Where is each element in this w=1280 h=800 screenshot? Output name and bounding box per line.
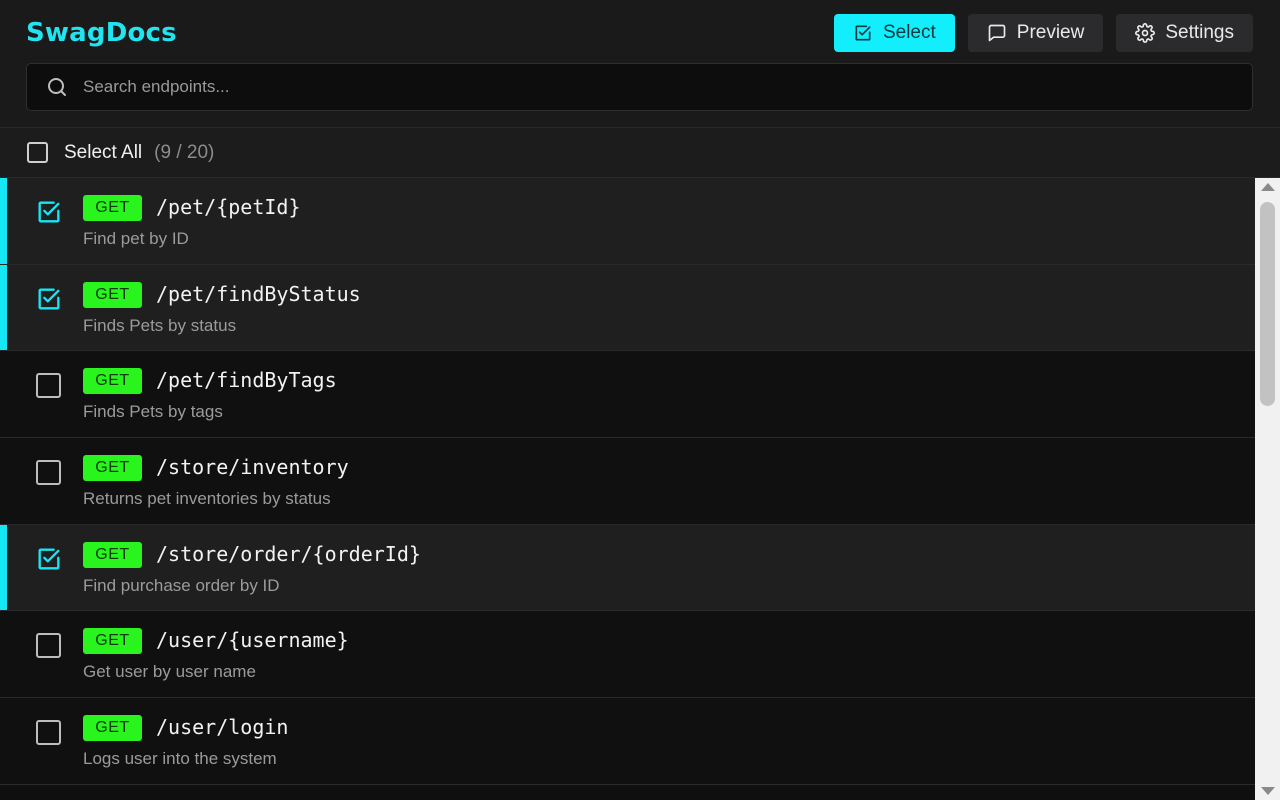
endpoint-row[interactable]: GET/pet/findByStatus Finds Pets by status	[0, 264, 1255, 352]
endpoint-description: Finds Pets by status	[83, 315, 237, 335]
endpoint-path: /store/inventory	[156, 455, 349, 480]
select-button-label: Select	[882, 22, 936, 43]
method-badge: GET	[83, 195, 142, 221]
method-badge: GET	[83, 455, 142, 482]
app-header: SwagDocs Select Preview Settings	[0, 0, 1280, 128]
endpoint-path: /store/order/{orderId}	[156, 541, 421, 566]
select-button[interactable]: Select	[833, 14, 955, 52]
settings-button[interactable]: Settings	[1116, 14, 1253, 52]
checkbox-icon	[855, 25, 871, 41]
endpoint-list: GET/pet/{petId} Find pet by ID GET/pet/fin…	[0, 178, 1255, 800]
endpoint-description: Logs user into the system	[83, 749, 277, 769]
scroll-down-icon[interactable]	[1261, 787, 1275, 795]
checked-checkbox-icon[interactable]	[35, 285, 63, 313]
method-badge: GET	[83, 541, 142, 568]
search-icon	[48, 78, 66, 96]
endpoint-description: Find pet by ID	[83, 229, 189, 248]
settings-button-label: Settings	[1165, 22, 1234, 43]
toolbar: Select Preview Settings	[833, 14, 1253, 52]
message-icon	[988, 24, 1006, 42]
endpoint-row[interactable]: GET/user/{username} Get user by user name	[0, 611, 1255, 699]
select-all-bar: Select All (9 / 20)	[0, 128, 1280, 178]
endpoint-path: /pet/findByStatus	[156, 281, 361, 306]
selected-indicator	[0, 178, 7, 264]
method-badge: GET	[83, 281, 142, 308]
scrollbar[interactable]	[1255, 178, 1280, 800]
endpoint-path: /pet/{petId}	[156, 195, 301, 219]
endpoint-path: /user/{username}	[156, 628, 349, 653]
endpoint-checkbox[interactable]	[36, 720, 61, 746]
method-badge: GET	[83, 715, 142, 742]
checked-checkbox-icon[interactable]	[35, 198, 63, 226]
preview-button[interactable]: Preview	[967, 14, 1104, 52]
select-all-label[interactable]: Select All	[64, 142, 142, 164]
search-box[interactable]	[26, 63, 1253, 111]
endpoint-checkbox[interactable]	[36, 460, 61, 486]
endpoint-description: Get user by user name	[83, 662, 256, 682]
endpoint-description: Find purchase order by ID	[83, 575, 280, 595]
endpoint-row[interactable]: GET/store/order/{orderId} Find purchase o…	[0, 524, 1255, 612]
endpoint-row[interactable]: GET/pet/{petId} Find pet by ID	[0, 178, 1255, 265]
endpoint-path: /pet/findByTags	[156, 368, 337, 393]
scroll-up-icon[interactable]	[1261, 183, 1275, 191]
endpoint-description: Returns pet inventories by status	[83, 489, 331, 509]
endpoint-checkbox[interactable]	[36, 373, 61, 399]
endpoint-description: Finds Pets by tags	[83, 402, 223, 422]
preview-button-label: Preview	[1016, 22, 1085, 43]
selected-indicator	[0, 264, 7, 351]
app-brand: SwagDocs	[26, 18, 177, 48]
search-input[interactable]	[83, 77, 1183, 97]
endpoint-row[interactable]: GET/pet/findByTags Finds Pets by tags	[0, 351, 1255, 439]
selection-count: (9 / 20)	[154, 141, 215, 163]
endpoint-checkbox[interactable]	[36, 633, 61, 659]
selected-indicator	[0, 524, 7, 611]
method-badge: GET	[83, 368, 142, 395]
checked-checkbox-icon[interactable]	[35, 545, 63, 573]
scrollbar-thumb[interactable]	[1260, 202, 1275, 406]
endpoint-row[interactable]: GET/store/inventory Returns pet inventori…	[0, 438, 1255, 525]
select-all-checkbox[interactable]	[27, 142, 48, 163]
method-badge: GET	[83, 628, 142, 655]
endpoint-path: /user/login	[156, 715, 289, 740]
endpoint-row[interactable]: GET/user/login Logs user into the system	[0, 698, 1255, 785]
gear-icon	[1135, 23, 1156, 43]
